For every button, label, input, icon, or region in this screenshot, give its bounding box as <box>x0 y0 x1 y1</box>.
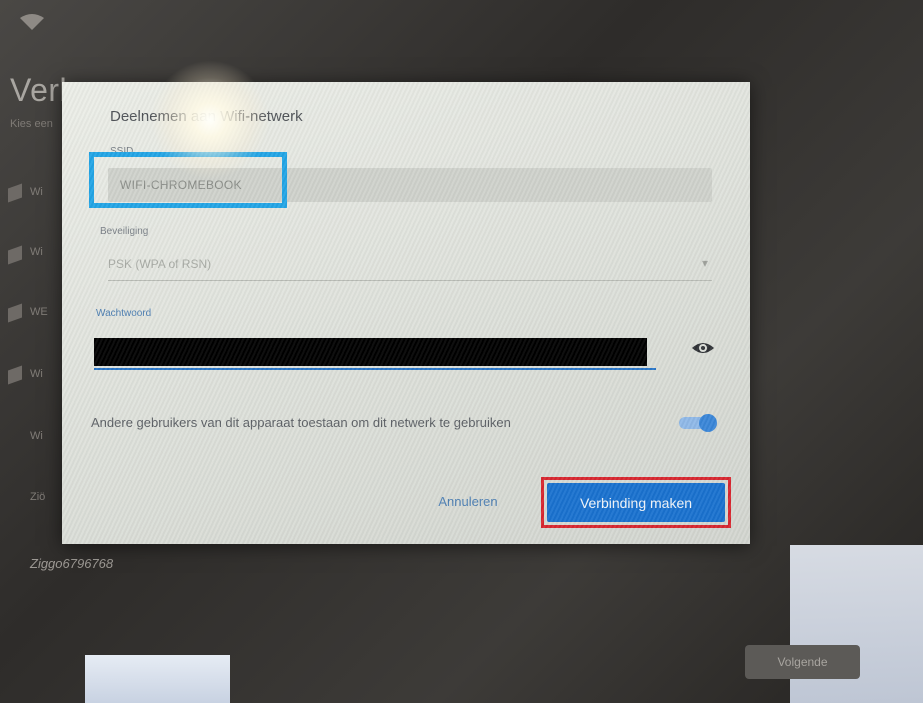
connect-button[interactable]: Verbinding maken <box>547 483 725 522</box>
share-network-toggle[interactable] <box>679 414 717 432</box>
toggle-knob <box>699 414 717 432</box>
password-underline <box>94 368 656 370</box>
password-label: Wachtwoord <box>96 308 152 319</box>
security-value: PSK (WPA of RSN) <box>108 257 212 271</box>
camera-glare <box>150 60 270 180</box>
background-network-item[interactable]: WE <box>30 306 48 318</box>
background-network-item[interactable]: Wi <box>30 186 43 198</box>
share-network-label: Andere gebruikers van dit apparaat toest… <box>91 415 511 430</box>
light-reflection <box>790 545 923 703</box>
security-select[interactable]: PSK (WPA of RSN) ▾ <box>108 248 712 281</box>
background-network-item[interactable]: Wi <box>30 246 43 258</box>
background-subtitle: Kies een <box>10 118 53 130</box>
cancel-button[interactable]: Annuleren <box>418 486 518 516</box>
background-network-name[interactable]: Ziggo6796768 <box>30 556 113 571</box>
password-input[interactable] <box>94 338 647 366</box>
security-label: Beveiliging <box>100 226 149 237</box>
chevron-down-icon: ▾ <box>701 256 708 270</box>
light-reflection <box>85 655 230 703</box>
eye-icon[interactable] <box>690 338 716 358</box>
background-network-item[interactable]: Wi <box>30 368 43 380</box>
wifi-icon <box>18 12 46 32</box>
background-network-item[interactable]: Ziö <box>30 491 45 503</box>
background-network-item[interactable]: Wi <box>30 430 43 442</box>
next-button[interactable]: Volgende <box>745 645 860 679</box>
